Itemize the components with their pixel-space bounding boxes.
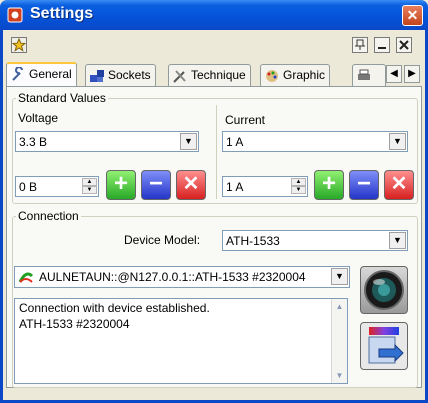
export-box-icon [368, 327, 404, 364]
printer-icon [358, 69, 370, 80]
voltage-delete-button[interactable]: ✕ [176, 170, 206, 200]
voltage-label: Voltage [18, 111, 59, 125]
tab-label: Technique [191, 68, 246, 82]
tools-icon [173, 70, 186, 83]
tab-technique[interactable]: Technique [168, 64, 251, 86]
chevron-down-icon[interactable]: ▼ [389, 133, 406, 150]
app-icon [7, 7, 23, 23]
export-button[interactable] [360, 322, 408, 370]
current-add-button[interactable]: + [314, 170, 344, 200]
connection-title: Connection [16, 209, 81, 223]
log-line: Connection with device established. [19, 301, 210, 315]
log-line: ATH-1533 #2320004 [19, 317, 130, 331]
tab-label: Sockets [108, 68, 151, 82]
tab-graphic[interactable]: Graphic [260, 64, 331, 86]
network-port-icon [18, 272, 34, 283]
voltage-remove-button[interactable]: − [141, 170, 171, 200]
tab-scroll-right-icon[interactable]: ▶ [404, 65, 420, 83]
current-delete-button[interactable]: ✕ [384, 170, 414, 200]
stepper-down-icon[interactable]: ▼ [82, 186, 97, 194]
group-divider [216, 105, 217, 199]
tab-label: General [29, 67, 72, 81]
chevron-down-icon[interactable]: ▼ [389, 232, 406, 249]
stepper-up-icon[interactable]: ▲ [82, 178, 97, 186]
voltage-step-value: 0 B [19, 180, 38, 194]
tab-sockets[interactable]: Sockets [85, 64, 156, 86]
voltage-add-button[interactable]: + [106, 170, 136, 200]
window-close-button[interactable]: ✕ [402, 5, 423, 26]
scroll-down-icon[interactable]: ▼ [332, 368, 347, 383]
scroll-up-icon[interactable]: ▲ [332, 299, 347, 314]
port-select[interactable]: AULNETAUN::@N127.0.0.1::ATH-1533 #232000… [14, 266, 350, 288]
current-remove-button[interactable]: − [349, 170, 379, 200]
cubes-icon [90, 70, 104, 82]
chevron-down-icon[interactable]: ▼ [180, 133, 197, 150]
device-model-select[interactable]: ATH-1533 ▼ [222, 230, 408, 251]
standard-values-title: Standard Values [16, 91, 108, 105]
tab-printer[interactable] [352, 64, 386, 86]
window-title: Settings [30, 5, 94, 22]
device-model-value: ATH-1533 [226, 234, 280, 248]
connect-button[interactable] [360, 266, 408, 314]
tab-label: Graphic [283, 68, 326, 82]
minimize-icon[interactable] [374, 37, 390, 53]
current-step-value: 1 A [226, 180, 244, 194]
pin-icon[interactable] [352, 37, 368, 53]
connection-log[interactable]: Connection with device established. ATH-… [14, 298, 348, 384]
scanner-eye-icon [364, 270, 404, 310]
port-value: AULNETAUN::@N127.0.0.1::ATH-1533 #232000… [39, 270, 306, 284]
tab-scroll-left-icon[interactable]: ◀ [386, 65, 402, 83]
tab-general[interactable]: General [6, 62, 77, 86]
voltage-stepper[interactable]: 0 B ▲ ▼ [15, 176, 99, 197]
log-scrollbar[interactable]: ▲ ▼ [331, 299, 347, 383]
current-label: Current [225, 113, 266, 127]
voltage-value: 3.3 B [19, 135, 48, 149]
tab-bar: General Sockets Technique Graphic ◀ ▶ [4, 62, 424, 86]
stepper-up-icon[interactable]: ▲ [291, 178, 306, 186]
close-icon[interactable] [396, 37, 412, 53]
voltage-select[interactable]: 3.3 B ▼ [15, 131, 199, 152]
chevron-down-icon[interactable]: ▼ [331, 268, 348, 285]
device-model-label: Device Model: [124, 233, 201, 247]
current-value: 1 A [226, 135, 244, 149]
current-select[interactable]: 1 A ▼ [222, 131, 408, 152]
title-bar: Settings ✕ [0, 0, 428, 30]
current-stepper[interactable]: 1 A ▲ ▼ [222, 176, 308, 197]
palette-icon [266, 70, 278, 82]
star-icon[interactable] [11, 37, 27, 53]
stepper-down-icon[interactable]: ▼ [291, 186, 306, 194]
wrench-icon [12, 67, 23, 81]
